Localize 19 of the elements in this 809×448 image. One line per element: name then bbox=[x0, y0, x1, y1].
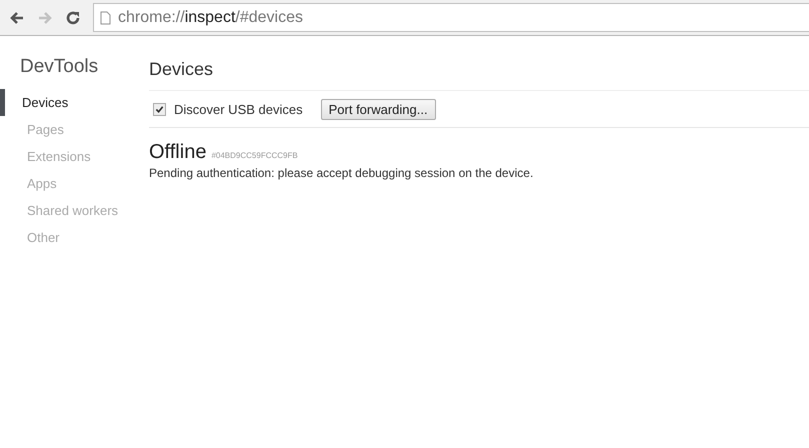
sidebar-item[interactable]: Apps bbox=[0, 170, 128, 197]
checkbox-label: Discover USB devices bbox=[174, 102, 303, 116]
sidebar-item[interactable]: Devices bbox=[0, 89, 128, 116]
address-field[interactable]: chrome://inspect/#devices bbox=[93, 3, 809, 32]
sidebar-item[interactable]: Shared workers bbox=[0, 197, 128, 224]
device-message: Pending authentication: please accept debugging session on the device. bbox=[149, 166, 534, 180]
device-serial: #04BD9CC59FCCC9FB bbox=[211, 151, 298, 160]
port-forwarding-button[interactable]: Port forwarding... bbox=[320, 98, 436, 120]
page-icon bbox=[100, 10, 111, 24]
device-status: Offline bbox=[149, 141, 206, 164]
sidebar-item[interactable]: Extensions bbox=[0, 143, 128, 170]
checkbox[interactable] bbox=[153, 102, 166, 116]
page-title: Devices bbox=[149, 59, 809, 91]
sidebar-title: DevTools bbox=[19, 56, 100, 78]
reload-icon[interactable] bbox=[65, 10, 81, 26]
sidebar-item[interactable]: Other bbox=[0, 224, 128, 251]
url-text: chrome://inspect/#devices bbox=[118, 8, 303, 26]
back-icon[interactable] bbox=[9, 10, 25, 26]
sidebar-item[interactable]: Pages bbox=[0, 116, 128, 143]
